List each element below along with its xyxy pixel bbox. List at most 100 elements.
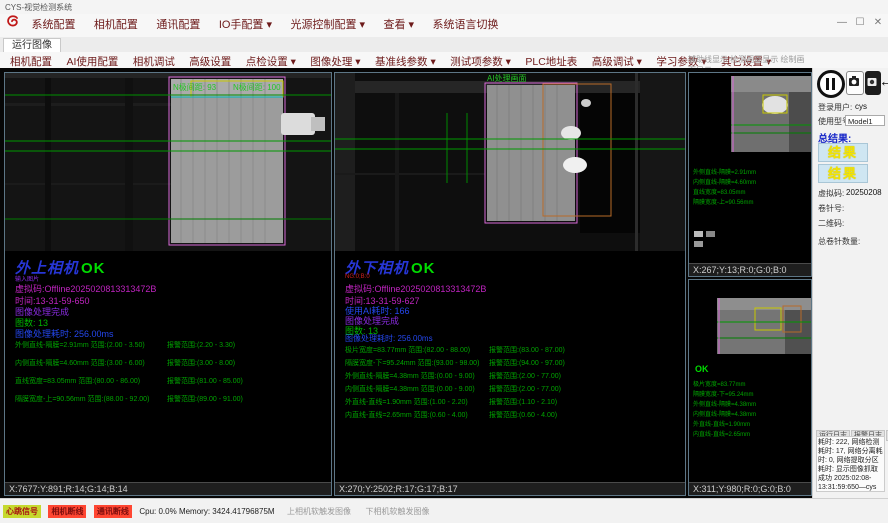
alarm-range: 报警范围:(2.00 - 77.00) xyxy=(489,386,561,393)
virtual-code-value: 20250208 xyxy=(846,188,882,197)
measure-text: 极片宽度=83.77mm 范围:(82.00 - 88.00) xyxy=(345,345,489,355)
middle-process-time: 图像处理耗时: 256.00ms xyxy=(345,333,433,344)
left-camera-image: N极间距: 93 N极间距: 100 xyxy=(5,73,331,251)
menu-light-config[interactable]: 光源控制配置 ▾ xyxy=(290,14,365,37)
measure-text: 外侧直线-隔膜=4.38mm 范围:(0.00 - 9.00) xyxy=(345,371,489,381)
left-result-ok: OK xyxy=(81,260,106,277)
alarm-range: 报警范围:(2.00 - 77.00) xyxy=(489,373,561,380)
total-reel-count-label: 总卷针数量: xyxy=(818,236,860,247)
pause-bar-icon xyxy=(832,78,835,90)
measure-text: 内侧直线-隔膜=4.60mm 范围:(3.00 - 6.00) xyxy=(15,358,167,368)
camera-status-badge: 相机断线 xyxy=(48,505,86,518)
small-bottom-pixel-coords: X:311;Y:980;R:0;G:0;B:0 xyxy=(689,482,811,495)
left-overlay-label-2: N极间距: 100 xyxy=(233,82,281,92)
left-measure-row: 直线宽度=83.05mm 范围:(80.00 - 86.00)报警范围:(81.… xyxy=(15,376,243,386)
tiny-measure: 内侧直线-隔膜=4.38mm xyxy=(693,410,756,420)
tiny-measure: 外侧直线-隔膜=2.91mm xyxy=(693,168,756,178)
alarm-range: 报警范围:(89.00 - 91.00) xyxy=(167,396,243,403)
login-user-value: cys xyxy=(855,102,867,111)
minimize-button[interactable]: — xyxy=(834,17,850,28)
middle-camera-panel: AI处理画面 外下相机OK NG:0;B:0 虚拟码:Offline202502… xyxy=(334,72,686,496)
heartbeat-status-badge: 心跳信号 xyxy=(3,505,41,518)
tiny-measure: 外侧直线-隔膜=4.38mm xyxy=(693,400,756,410)
left-camera-panel: N极间距: 93 N极间距: 100 外上相机OK 输入图片 虚拟码:Offli… xyxy=(4,72,332,496)
middle-overlay-label: AI处理画面 xyxy=(487,73,527,83)
alarm-range: 报警范围:(2.20 - 3.30) xyxy=(167,342,235,349)
camera-icon xyxy=(866,72,878,92)
tiny-measure: 直线宽度=83.05mm xyxy=(693,188,756,198)
measure-text: 外侧直线-隔膜=2.91mm 范围:(2.00 - 3.50) xyxy=(15,340,167,350)
small-bottom-measure-list: 极片宽度=83.77mm 隔膜宽度-下=95.24mm 外侧直线-隔膜=4.38… xyxy=(693,380,756,440)
tiny-measure: 外直线-直线=1.90mm xyxy=(693,420,756,430)
app-logo-icon xyxy=(5,14,20,34)
alarm-range: 报警范围:(83.00 - 87.00) xyxy=(489,347,565,354)
middle-sub-label: NG:0;B:0 xyxy=(345,274,370,280)
camera-capture-button[interactable] xyxy=(846,71,864,95)
middle-measure-row: 内直线-直线=2.65mm 范围:(0.60 - 4.00)报警范围:(0.60… xyxy=(345,410,557,420)
middle-measure-row: 外侧直线-隔膜=4.38mm 范围:(0.00 - 9.00)报警范围:(2.0… xyxy=(345,371,561,381)
measure-text: 隔膜宽度-下=95.24mm 范围:(93.00 - 98.00) xyxy=(345,358,489,368)
menu-bar: 系统配置 相机配置 通讯配置 IO手配置 ▾ 光源控制配置 ▾ 查看 ▾ 系统语… xyxy=(0,14,888,38)
small-bottom-result-ok: OK xyxy=(695,364,709,374)
middle-pixel-coords: X:270;Y:2502;R:17;G:17;B:17 xyxy=(335,482,685,495)
comm-status-badge: 通讯断线 xyxy=(94,505,132,518)
tiny-measure: 隔膜宽度-下=95.24mm xyxy=(693,390,756,400)
camera-icon xyxy=(847,72,861,92)
middle-measure-row: 极片宽度=83.77mm 范围:(82.00 - 88.00)报警范围:(83.… xyxy=(345,345,565,355)
left-pixel-coords: X:7677;Y:891;R:14;G:14;B:14 xyxy=(5,482,331,495)
middle-measure-row: 隔膜宽度-下=95.24mm 范围:(93.00 - 98.00)报警范围:(9… xyxy=(345,358,565,368)
menu-language-switch[interactable]: 系统语言切换 xyxy=(433,14,499,37)
left-measure-row: 内侧直线-隔膜=4.60mm 范围:(3.00 - 6.00)报警范围:(3.0… xyxy=(15,358,235,368)
tiny-measure: 内直线-直线=2.65mm xyxy=(693,430,756,440)
title-bar: CYS-视觉检测系统 xyxy=(0,0,888,15)
reel-number-label: 卷针号: xyxy=(818,203,844,214)
menu-system-config[interactable]: 系统配置 xyxy=(31,14,75,37)
measure-text: 内侧直线-隔膜=4.38mm 范围:(0.00 - 9.00) xyxy=(345,384,489,394)
log-text-area[interactable]: 耗时: 222, 网络检测耗时: 17, 网络分离耗时: 0, 网络提取分区耗时… xyxy=(816,436,885,492)
lower-camera-trigger-hint: 下相机软触发图像 xyxy=(365,507,429,516)
small-top-camera-panel: 外侧直线-隔膜=2.91mm 内侧直线-隔膜=4.60mm 直线宽度=83.05… xyxy=(688,72,812,277)
alarm-range: 报警范围:(0.60 - 4.00) xyxy=(489,412,557,419)
alarm-range: 报警范围:(94.00 - 97.00) xyxy=(489,360,565,367)
tab-bar: 运行图像 xyxy=(0,37,888,53)
alarm-range: 报警范围:(1.10 - 2.10) xyxy=(489,399,557,406)
menu-view[interactable]: 查看 ▾ xyxy=(384,14,415,37)
measure-text: 内直线-直线=2.65mm 范围:(0.60 - 4.00) xyxy=(345,410,489,420)
left-process-time: 图像处理耗时: 256.00ms xyxy=(15,327,114,340)
alarm-range: 报警范围:(3.00 - 8.00) xyxy=(167,360,235,367)
left-measure-row: 隔膜宽度-上=90.56mm 范围:(88.00 - 92.00)报警范围:(8… xyxy=(15,394,243,404)
small-top-pixel-coords: X:267;Y:13;R:0;G:0;B:0 xyxy=(689,263,811,276)
tiny-measure: 极片宽度=83.77mm xyxy=(693,380,756,390)
upper-camera-trigger-hint: 上相机软触发图像 xyxy=(287,507,351,516)
alarm-range: 报警范围:(81.00 - 85.00) xyxy=(167,378,243,385)
close-button[interactable]: ✕ xyxy=(870,17,886,28)
middle-result-ok: OK xyxy=(411,260,436,277)
left-overlay-label-1: N极间距: 93 xyxy=(173,82,217,92)
tiny-measure: 内侧直线-隔膜=4.60mm xyxy=(693,178,756,188)
left-measure-row: 外侧直线-隔膜=2.91mm 范围:(2.00 - 3.50)报警范围:(2.2… xyxy=(15,340,235,350)
undo-arrow-button[interactable]: ← xyxy=(879,71,888,93)
middle-measure-row: 内侧直线-隔膜=4.38mm 范围:(0.00 - 9.00)报警范围:(2.0… xyxy=(345,384,561,394)
small-top-measure-list: 外侧直线-隔膜=2.91mm 内侧直线-隔膜=4.60mm 直线宽度=83.05… xyxy=(693,168,756,208)
app-window: CYS-视觉检测系统 系统配置 相机配置 通讯配置 IO手配置 ▾ 光源控制配置… xyxy=(0,0,888,522)
login-user-label: 登录用户: xyxy=(818,102,852,113)
cpu-memory-readout: Cpu: 0.0% Memory: 3424.41796875M xyxy=(139,507,274,516)
pause-button[interactable] xyxy=(817,70,845,98)
menu-camera-config[interactable]: 相机配置 xyxy=(94,14,138,37)
virtual-code-label: 虚拟码: xyxy=(818,188,844,199)
result-box-upper: 结果 xyxy=(818,143,868,162)
middle-camera-image: AI处理画面 xyxy=(335,73,685,251)
control-sidebar: ← 登录用户: cys 使用型号: Model1 总结果: 结果 结果 虚拟码:… xyxy=(812,68,888,498)
window-title: CYS-视觉检测系统 xyxy=(5,2,72,13)
maximize-button[interactable]: ☐ xyxy=(852,17,868,28)
menu-comm-config[interactable]: 通讯配置 xyxy=(156,14,200,37)
middle-measure-row: 外直线-直线=1.90mm 范围:(1.00 - 2.20)报警范围:(1.10… xyxy=(345,397,557,407)
tiny-measure: 隔膜宽度-上=90.56mm xyxy=(693,198,756,208)
measure-text: 隔膜宽度-上=90.56mm 范围:(88.00 - 92.00) xyxy=(15,394,167,404)
workspace: N极间距: 93 N极间距: 100 外上相机OK 输入图片 虚拟码:Offli… xyxy=(0,68,812,498)
tab-run-image[interactable]: 运行图像 xyxy=(3,38,61,53)
toolbar: 相机配置 AI使用配置 相机调试 高级设置 点检设置 ▾ 图像处理 ▾ 基准线参… xyxy=(0,52,888,69)
model-input[interactable]: Model1 xyxy=(845,115,885,126)
menu-io-config[interactable]: IO手配置 ▾ xyxy=(219,14,272,37)
qr-code-label: 二维码: xyxy=(818,218,844,229)
